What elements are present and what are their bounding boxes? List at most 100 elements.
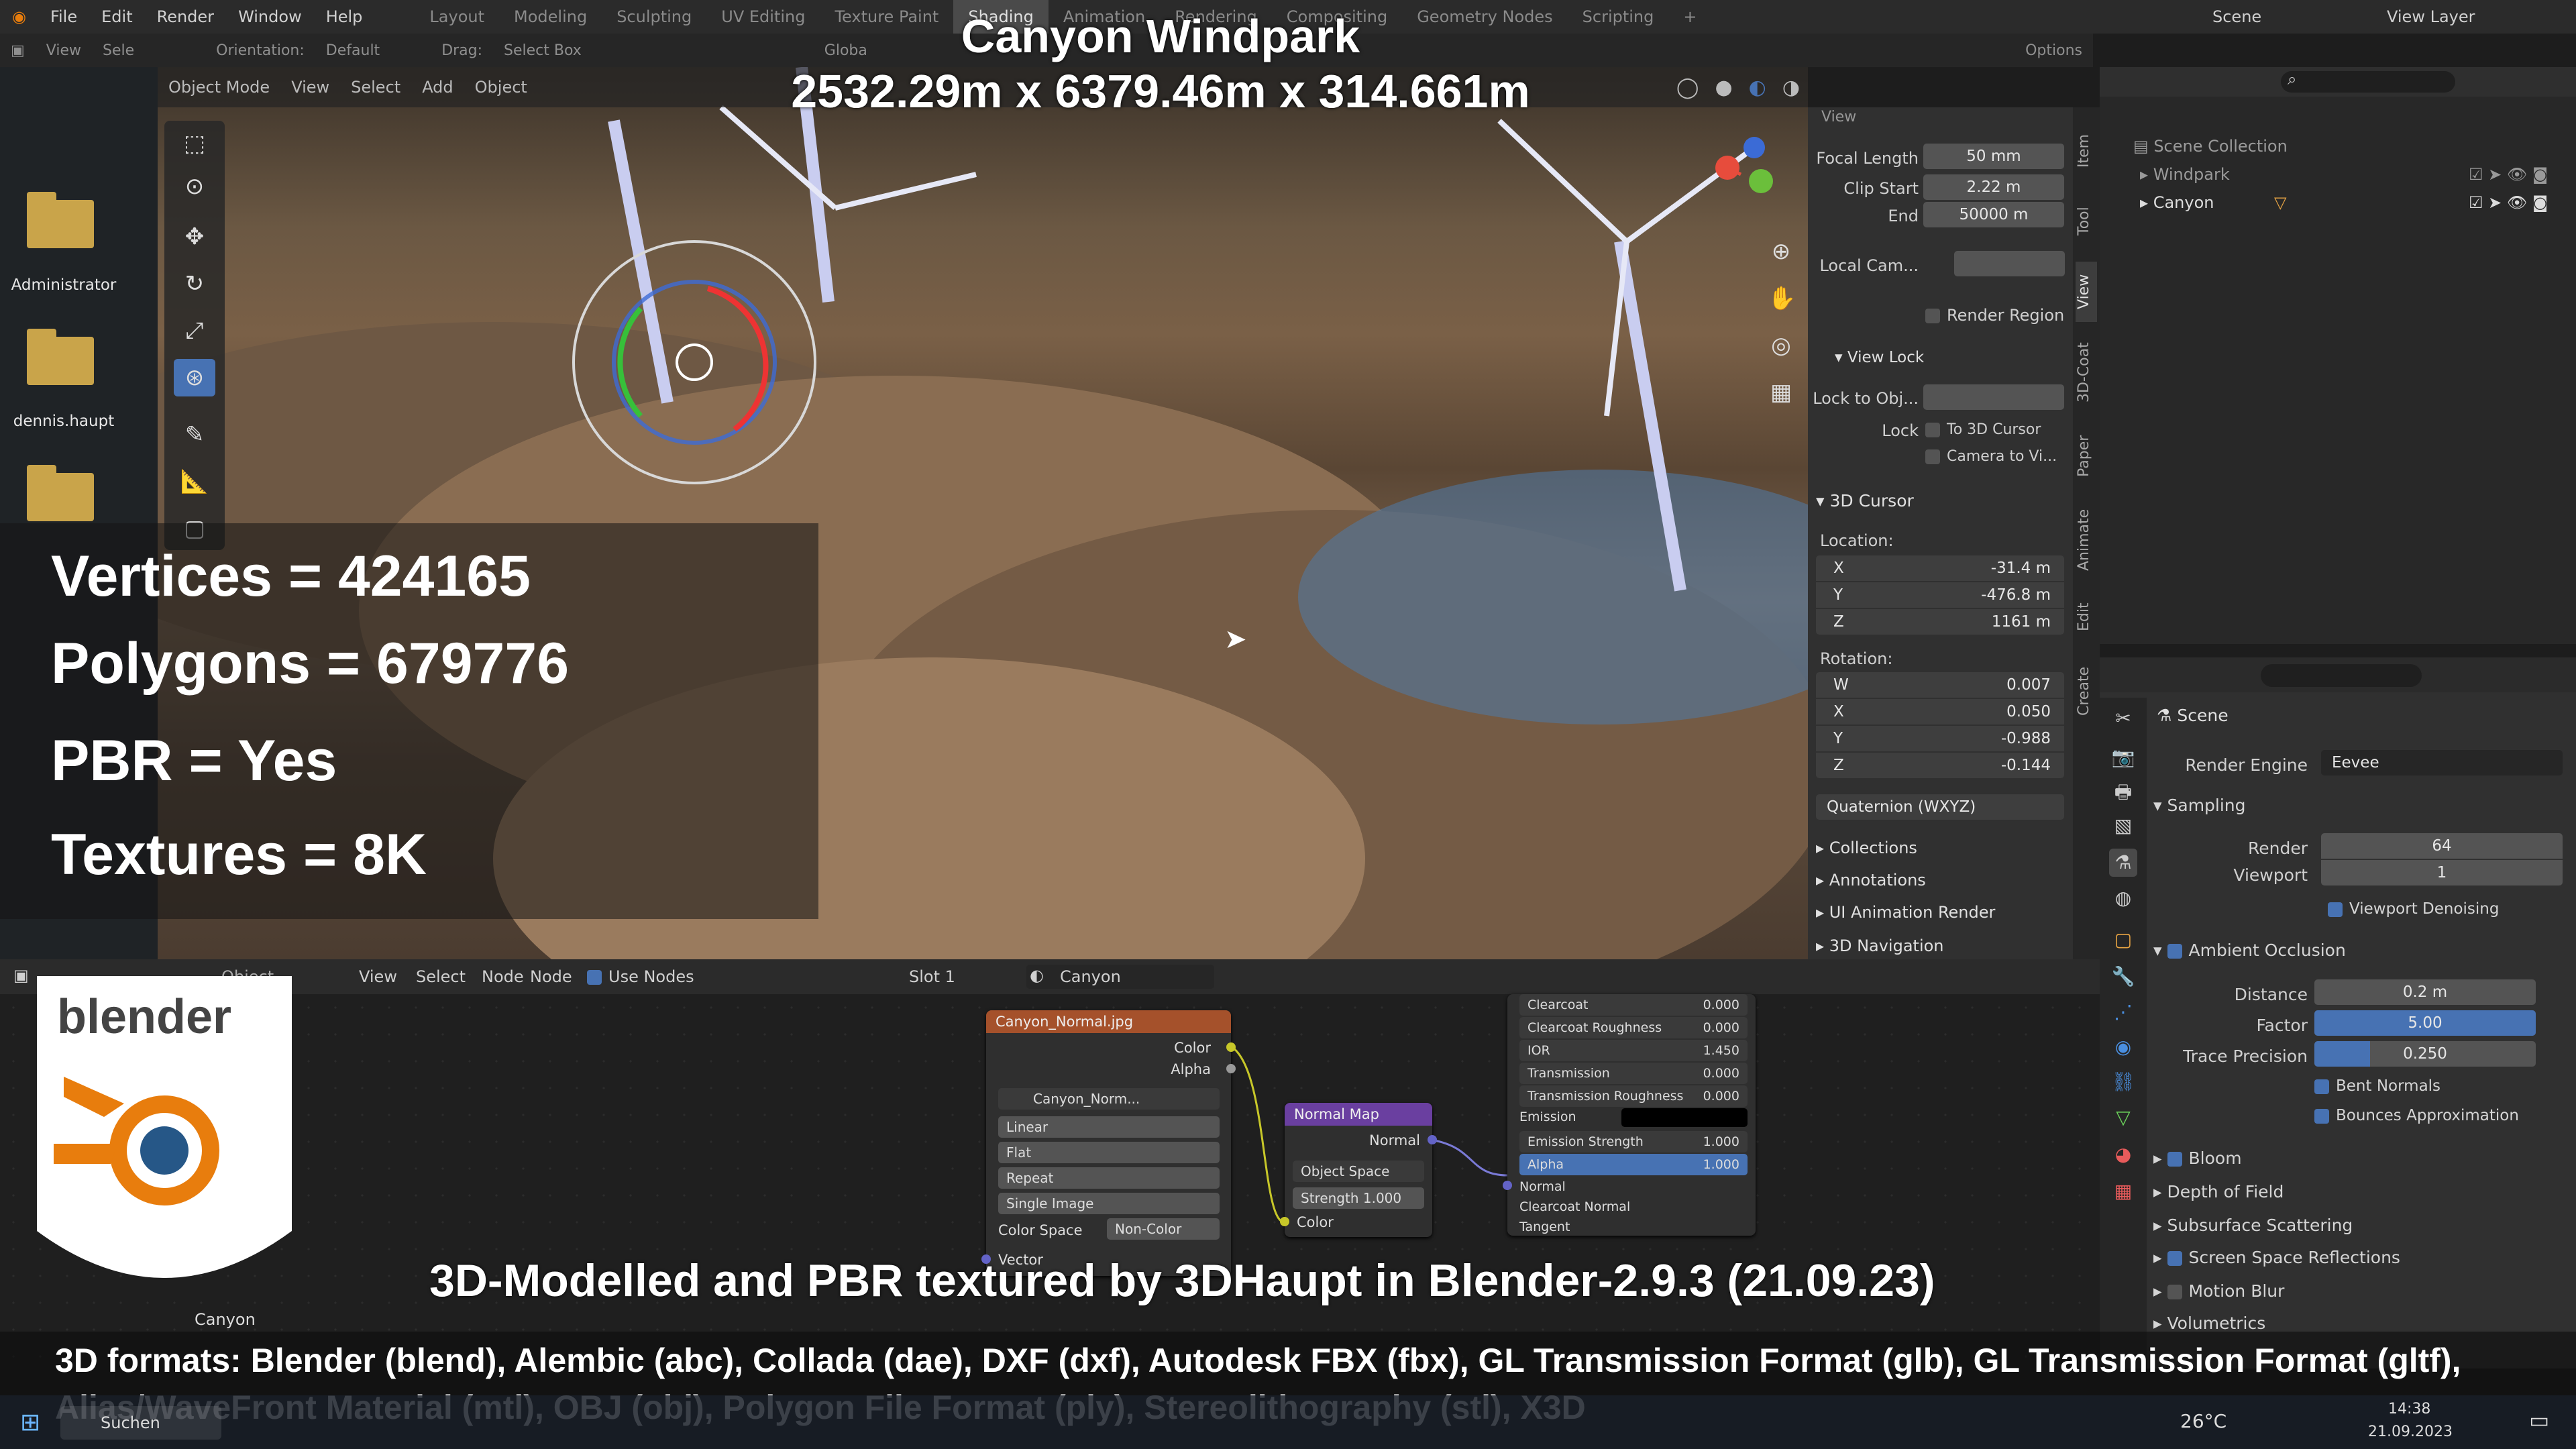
outliner-search-field[interactable] (2281, 71, 2455, 93)
shading-solid-icon[interactable]: ● (1707, 76, 1740, 99)
focal-length-field[interactable]: 50 mm (1923, 144, 2064, 169)
viewport-add-menu[interactable]: Add (411, 78, 464, 97)
visibility-eye-icon[interactable]: ☑ ➤ 👁 ◙ (2469, 165, 2548, 184)
texture-properties-icon[interactable]: ▦ (2109, 1177, 2137, 1205)
shading-rendered-icon[interactable]: ◑ (1774, 76, 1808, 99)
material-name-field[interactable]: Canyon (1026, 965, 1214, 989)
shading-material-icon[interactable]: ◐ (1741, 76, 1774, 99)
tab-item[interactable]: Item (2076, 121, 2097, 181)
interpolation-dropdown[interactable]: Linear (998, 1116, 1220, 1138)
clip-start-field[interactable]: 2.22 m (1923, 174, 2064, 200)
bounces-approximation-checkbox[interactable]: Bounces Approximation (2314, 1107, 2519, 1124)
input-socket[interactable] (1503, 1181, 1512, 1190)
render-properties-icon[interactable]: 📷 (2109, 743, 2137, 771)
camera-to-view-checkbox[interactable]: Camera to Vi... (1925, 448, 2070, 465)
use-nodes-checkbox[interactable]: Use Nodes (587, 967, 694, 986)
tab-animate[interactable]: Animate (2076, 500, 2097, 580)
blender-menu-icon[interactable]: ◉ (0, 7, 38, 26)
bsdf-alpha-field[interactable]: Alpha 1.000 (1519, 1154, 1748, 1175)
outliner-item-canyon[interactable]: ▸ Canyon ▽ ☑ ➤ 👁 ◙ (2140, 193, 2569, 212)
editor-type-icon[interactable]: ▣ (0, 42, 36, 59)
ao-factor-slider[interactable]: 5.00 (2314, 1010, 2536, 1036)
subsurface-scattering-panel[interactable]: ▸ Subsurface Scattering (2153, 1216, 2353, 1235)
local-camera-field[interactable] (1954, 251, 2065, 276)
depth-of-field-panel[interactable]: ▸ Depth of Field (2153, 1182, 2284, 1201)
add-workspace-icon[interactable]: + (1668, 7, 1711, 26)
header-select-menu[interactable]: Sele (92, 42, 145, 59)
orientation-dropdown[interactable]: Default (315, 42, 390, 59)
bsdf-emission-strength-field[interactable]: Emission Strength 1.000 (1519, 1131, 1748, 1152)
cursor-rotation-y[interactable]: Y -0.988 (1816, 726, 2064, 751)
measure-tool-icon[interactable]: 📐 (174, 463, 215, 500)
cursor-rotation-z[interactable]: Z -0.144 (1816, 753, 2064, 778)
render-engine-dropdown[interactable]: Eevee (2321, 750, 2563, 775)
volumetrics-panel[interactable]: ▸ Volumetrics (2153, 1313, 2265, 1333)
cursor-location-z[interactable]: Z 1161 m (1816, 609, 2064, 635)
tab-view[interactable]: View (2076, 262, 2097, 322)
output-socket[interactable] (1428, 1135, 1437, 1144)
annotations-panel[interactable]: ▸ Annotations (1816, 871, 1926, 890)
node-add-menu[interactable]: Node (482, 967, 524, 986)
projection-dropdown[interactable]: Flat (998, 1142, 1220, 1163)
image-selector[interactable]: Canyon_Norm... (998, 1088, 1220, 1110)
ambient-occlusion-header[interactable]: ▾ Ambient Occlusion (2153, 941, 2346, 960)
zoom-icon[interactable]: ⊕ (1768, 228, 1794, 275)
strength-field[interactable]: Strength 1.000 (1293, 1187, 1424, 1209)
ui-animation-render-panel[interactable]: ▸ UI Animation Render (1816, 903, 1995, 922)
scene-collection-row[interactable]: ▤ Scene Collection (2133, 137, 2288, 156)
bsdf-clearcoat-field[interactable]: Clearcoat 0.000 (1519, 994, 1748, 1016)
emission-color-swatch[interactable] (1621, 1108, 1748, 1127)
tab-paper[interactable]: Paper (2076, 423, 2097, 490)
material-slot-dropdown[interactable]: Slot 1 (909, 967, 955, 986)
windows-start-icon[interactable]: ⊞ (20, 1409, 40, 1436)
extension-dropdown[interactable]: Repeat (998, 1167, 1220, 1189)
tab-tool[interactable]: Tool (2076, 191, 2097, 252)
editor-type-icon[interactable]: ▣ (13, 966, 29, 985)
output-properties-icon[interactable]: 🖶 (2109, 778, 2137, 806)
menu-edit[interactable]: Edit (89, 7, 144, 26)
tab-modeling[interactable]: Modeling (499, 7, 602, 26)
source-dropdown[interactable]: Single Image (998, 1193, 1220, 1214)
tab-edit[interactable]: Edit (2076, 590, 2097, 644)
material-properties-icon[interactable]: ◕ (2109, 1140, 2137, 1169)
pan-hand-icon[interactable]: ✋ (1768, 275, 1796, 322)
bsdf-ior-field[interactable]: IOR 1.450 (1519, 1040, 1748, 1061)
bsdf-transmission-roughness-field[interactable]: Transmission Roughness 0.000 (1519, 1085, 1748, 1107)
scene-properties-icon[interactable]: ⚗ (2109, 849, 2137, 877)
output-socket[interactable] (1226, 1064, 1236, 1073)
select-box-icon[interactable]: ⬚ (174, 125, 215, 162)
bsdf-transmission-field[interactable]: Transmission 0.000 (1519, 1063, 1748, 1084)
tab-layout[interactable]: Layout (415, 7, 499, 26)
view-layer-icon[interactable]: ▧ (2109, 812, 2137, 840)
menu-render[interactable]: Render (145, 7, 226, 26)
bloom-panel[interactable]: ▸ Bloom (2153, 1148, 2242, 1168)
physics-icon[interactable]: ◉ (2109, 1033, 2137, 1061)
cursor-location-x[interactable]: X -31.4 m (1816, 555, 2064, 581)
tool-properties-icon[interactable]: ✂ (2109, 704, 2137, 733)
view-lock-header[interactable]: ▾ View Lock (1835, 349, 1924, 366)
view-layer-selector[interactable]: View Layer (2375, 7, 2576, 26)
image-texture-node[interactable]: Canyon_Normal.jpg Color Alpha Canyon_Nor… (981, 1010, 1236, 1276)
properties-search-field[interactable] (2261, 664, 2422, 687)
shader-node-editor[interactable]: Canyon_Normal.jpg Color Alpha Canyon_Nor… (0, 994, 2100, 1370)
rotation-mode-dropdown[interactable]: Quaternion (WXYZ) (1816, 794, 2064, 820)
viewport-samples-field[interactable]: 1 (2321, 860, 2563, 885)
normal-map-node[interactable]: Normal Map Normal Object Space Strength … (1280, 1103, 1437, 1237)
menu-file[interactable]: File (38, 7, 89, 26)
ao-distance-field[interactable]: 0.2 m (2314, 979, 2536, 1005)
drag-dropdown[interactable]: Select Box (493, 42, 592, 59)
shading-wireframe-icon[interactable]: ◯ (1668, 76, 1707, 99)
viewport-select-menu[interactable]: Select (340, 78, 411, 97)
render-region-checkbox[interactable]: Render Region (1925, 306, 2070, 325)
home-folder-icon[interactable] (27, 329, 94, 385)
tab-3d-coat[interactable]: 3D-Coat (2076, 332, 2097, 413)
node-select-menu[interactable]: Select (416, 967, 466, 986)
menu-window[interactable]: Window (226, 7, 314, 26)
principled-bsdf-node[interactable]: Clearcoat 0.000 Clearcoat Roughness 0.000 … (1503, 994, 1756, 1236)
viewport-object-menu[interactable]: Object (464, 78, 538, 97)
sampling-panel-header[interactable]: ▾ Sampling (2153, 796, 2246, 815)
collections-panel[interactable]: ▸ Collections (1816, 839, 1917, 857)
bsdf-clearcoat-roughness-field[interactable]: Clearcoat Roughness 0.000 (1519, 1017, 1748, 1038)
output-socket[interactable] (1226, 1042, 1236, 1052)
tab-create[interactable]: Create (2076, 654, 2097, 728)
